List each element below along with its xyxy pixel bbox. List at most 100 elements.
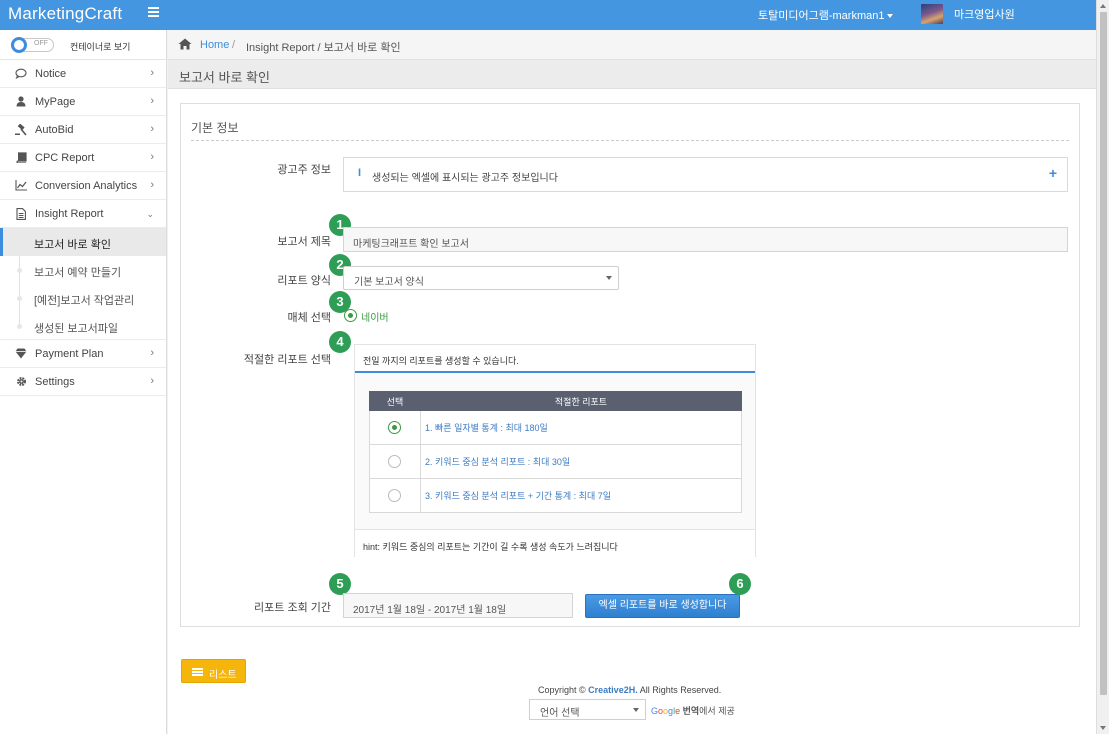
sidebar-item-mypage[interactable]: MyPage › — [0, 88, 166, 116]
select-arrow-icon — [633, 708, 639, 712]
sidebar-item-settings[interactable]: Settings › — [0, 368, 166, 396]
sidebar-item-insight-report[interactable]: Insight Report ⌄ — [0, 200, 166, 228]
generate-excel-button[interactable]: 엑셀 리포트를 바로 생성합니다 — [585, 594, 740, 618]
breadcrumb-separator: / — [232, 39, 236, 51]
toggle-label: 컨테이너로 보기 — [70, 42, 131, 52]
period-input[interactable]: 2017년 1월 18일 - 2017년 1월 18일 — [343, 593, 573, 618]
company-name: 토탈미디어그램-markman1 — [758, 10, 885, 22]
sidebar: OFF 컨테이너로 보기 Notice › MyPage › AutoBid ›… — [0, 30, 167, 734]
scrollbar-thumb[interactable] — [1100, 12, 1107, 695]
table-row[interactable]: 2. 키워드 중심 분석 리포트 : 최대 30일 — [369, 444, 742, 479]
sidebar-item-cpc-report[interactable]: CPC Report › — [0, 144, 166, 172]
info-icon: I — [358, 167, 362, 179]
sidebar-subitem-legacy-jobs[interactable]: [예전]보고서 작업관리 — [0, 284, 166, 312]
sidebar-subitem-label: 보고서 바로 확인 — [34, 239, 111, 251]
sidebar-item-label: AutoBid — [35, 124, 74, 136]
top-navbar: MarketingCraft 토탈미디어그램-markman1 마크영업사원 — [0, 0, 1109, 30]
gear-icon — [15, 376, 27, 388]
tree-dot — [17, 268, 22, 273]
list-icon — [192, 668, 203, 676]
breadcrumb-home-link[interactable]: Home — [200, 39, 229, 51]
report-title-input[interactable]: 마케팅크래프트 확인 보고서 — [343, 227, 1068, 252]
table-header-select: 선택 — [369, 391, 421, 411]
hint-text: hint: 키워드 중심의 리포트는 기간이 길 수록 생성 속도가 느려집니다 — [363, 542, 618, 552]
sidebar-item-label: CPC Report — [35, 152, 95, 164]
report-radio-2[interactable] — [388, 455, 401, 468]
scroll-down-icon[interactable] — [1100, 726, 1106, 730]
company-dropdown[interactable]: 토탈미디어그램-markman1 — [758, 7, 894, 23]
report-radio-3[interactable] — [388, 489, 401, 502]
line-chart-icon — [15, 180, 27, 192]
copyright-suffix: All Rights Reserved. — [639, 685, 722, 695]
sidebar-item-conversion-analytics[interactable]: Conversion Analytics › — [0, 172, 166, 200]
google-translate-credit[interactable]: Google 번역에서 제공 — [651, 704, 735, 717]
report-format-label: 리포트 양식 — [277, 275, 331, 287]
sidebar-item-label: Notice — [35, 68, 67, 80]
report-option-3[interactable]: 3. 키워드 중심 분석 리포트 + 기간 통계 : 최대 7일 — [420, 478, 742, 513]
report-option-1[interactable]: 1. 빠른 일자별 통계 : 최대 180일 — [420, 410, 742, 445]
sidebar-subitem-schedule-report[interactable]: 보고서 예약 만들기 — [0, 256, 166, 284]
section-title: 기본 정보 — [191, 121, 239, 135]
google-logo: Google — [651, 706, 681, 716]
section-divider — [191, 140, 1069, 141]
user-icon — [15, 96, 27, 108]
menu-toggle-icon[interactable] — [148, 7, 159, 17]
home-icon[interactable] — [178, 38, 192, 50]
chevron-right-icon: › — [150, 67, 154, 79]
translate-link[interactable]: 번역 — [683, 706, 700, 716]
report-format-select[interactable]: 기본 보고서 양식 — [343, 266, 619, 290]
sidebar-item-label: Insight Report — [35, 208, 104, 220]
report-notice-header: 전일 까지의 리포트를 생성할 수 있습니다. — [355, 345, 755, 373]
chevron-right-icon: › — [150, 95, 154, 107]
active-indicator — [0, 228, 3, 256]
step-badge-4: 4 — [329, 331, 351, 353]
sidebar-item-label: MyPage — [35, 96, 76, 108]
advertiser-label: 광고주 정보 — [277, 164, 331, 176]
main-content: 기본 정보 광고주 정보 I 생성되는 엑셀에 표시되는 광고주 정보입니다 +… — [168, 89, 1096, 734]
sidebar-subitem-label: 보고서 예약 만들기 — [34, 267, 122, 279]
diamond-icon — [15, 348, 27, 360]
toggle-knob — [11, 37, 27, 53]
user-name[interactable]: 마크영업사원 — [954, 6, 1015, 22]
file-text-icon — [15, 208, 27, 220]
brand-logo[interactable]: MarketingCraft — [8, 4, 122, 24]
book-icon — [15, 152, 27, 164]
language-select[interactable]: 언어 선택 — [529, 699, 646, 720]
sidebar-item-notice[interactable]: Notice › — [0, 60, 166, 88]
chevron-right-icon: › — [150, 375, 154, 387]
vertical-scrollbar[interactable] — [1096, 0, 1109, 734]
step-badge-6: 6 — [729, 573, 751, 595]
sidebar-subitem-label: [예전]보고서 작업관리 — [34, 295, 135, 307]
table-row[interactable]: 1. 빠른 일자별 통계 : 최대 180일 — [369, 410, 742, 445]
sidebar-subitem-label: 생성된 보고서파일 — [34, 323, 119, 335]
radio-cell — [369, 444, 421, 479]
advertiser-info-box[interactable]: I 생성되는 엑셀에 표시되는 광고주 정보입니다 + — [343, 157, 1068, 192]
tree-dot — [17, 296, 22, 301]
select-arrow-icon — [606, 276, 612, 280]
container-view-toggle[interactable]: OFF — [11, 37, 54, 53]
sidebar-item-label: Settings — [35, 376, 75, 388]
sidebar-subitem-instant-report[interactable]: 보고서 바로 확인 — [0, 228, 166, 256]
sidebar-item-autobid[interactable]: AutoBid › — [0, 116, 166, 144]
table-row[interactable]: 3. 키워드 중심 분석 리포트 + 기간 통계 : 최대 7일 — [369, 478, 742, 513]
provided-suffix: 에서 제공 — [699, 706, 735, 716]
report-radio-1[interactable] — [388, 421, 401, 434]
table-header-row: 선택 적절한 리포트 — [369, 391, 742, 411]
radio-cell — [369, 410, 421, 445]
media-naver-label[interactable]: 네이버 — [361, 309, 389, 324]
gavel-icon — [15, 123, 27, 136]
toggle-state: OFF — [34, 40, 48, 47]
sidebar-item-payment-plan[interactable]: Payment Plan › — [0, 340, 166, 368]
media-naver-radio[interactable] — [344, 309, 357, 322]
language-select-value: 언어 선택 — [540, 708, 580, 719]
page-title-bar: 보고서 바로 확인 — [168, 60, 1096, 89]
avatar[interactable] — [921, 4, 943, 24]
chevron-right-icon: › — [150, 123, 154, 135]
scroll-up-icon[interactable] — [1100, 4, 1106, 8]
report-option-2[interactable]: 2. 키워드 중심 분석 리포트 : 최대 30일 — [420, 444, 742, 479]
copyright-brand[interactable]: Creative2H. — [588, 685, 638, 695]
step-badge-5: 5 — [329, 573, 351, 595]
plus-icon[interactable]: + — [1049, 165, 1057, 181]
list-button[interactable]: 리스트 — [181, 659, 246, 683]
sidebar-subitem-generated-files[interactable]: 생성된 보고서파일 — [0, 312, 166, 340]
